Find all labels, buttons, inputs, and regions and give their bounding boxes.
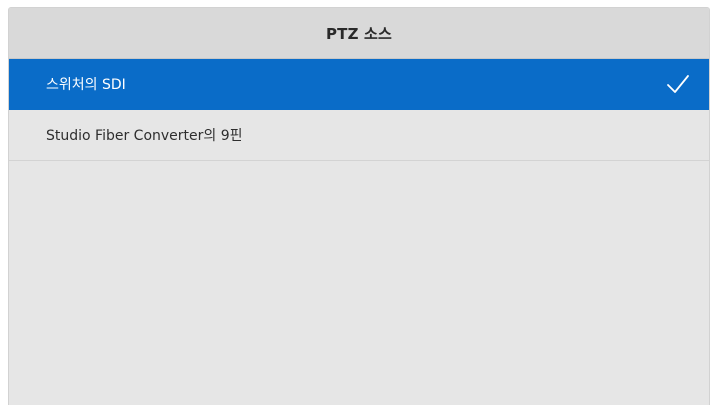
list-item-studio-fiber-converter[interactable]: Studio Fiber Converter의 9핀 — [9, 110, 709, 161]
ptz-source-panel: PTZ 소스 스위처의 SDI Studio Fiber Converter의 … — [8, 7, 710, 405]
checkmark-icon — [665, 71, 691, 97]
panel-header: PTZ 소스 — [9, 8, 709, 59]
list-item-label: 스위처의 SDI — [46, 77, 126, 93]
source-list: 스위처의 SDI Studio Fiber Converter의 9핀 — [9, 59, 709, 161]
list-item-switcher-sdi[interactable]: 스위처의 SDI — [9, 59, 709, 110]
list-item-label: Studio Fiber Converter의 9핀 — [46, 128, 243, 144]
page-title: PTZ 소스 — [325, 24, 393, 43]
